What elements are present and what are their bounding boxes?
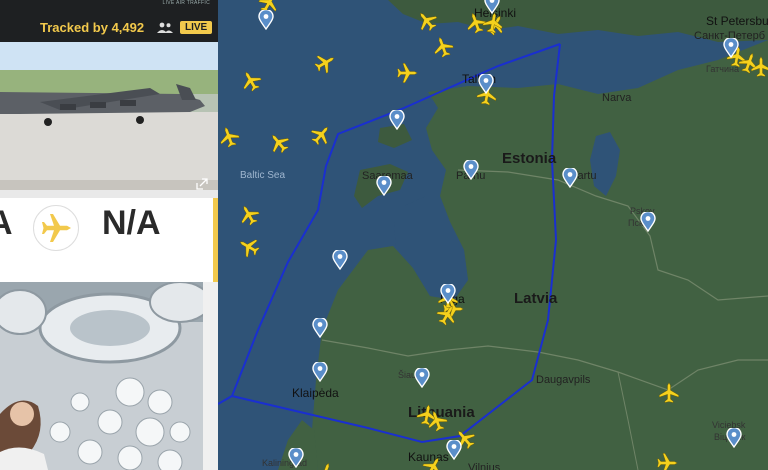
aircraft-marker-icon[interactable] [416,10,438,32]
aircraft-marker-icon[interactable] [314,52,336,74]
aircraft-marker-icon[interactable] [658,382,680,404]
location-pin-icon[interactable] [562,168,578,188]
route-panel: A N/A [0,198,218,282]
sea-label-baltic: Baltic Sea [240,170,286,181]
aircraft-marker-icon[interactable] [396,62,418,84]
city-label-narva: Narva [602,92,632,104]
location-pin-icon[interactable] [414,368,430,388]
aircraft-marker-icon[interactable] [238,204,260,226]
location-pin-icon[interactable] [376,176,392,196]
location-pin-icon[interactable] [332,250,348,270]
flight-map[interactable]: Helsinki St Petersbu Санкт-Петерб Гатчин… [218,0,768,470]
aircraft-marker-icon[interactable] [656,452,678,470]
location-pin-icon[interactable] [312,362,328,382]
location-pin-icon[interactable] [288,448,304,468]
accent-bar [213,198,218,282]
aircraft-marker-icon[interactable] [432,36,454,58]
location-pin-icon[interactable] [446,440,462,460]
aircraft-marker-icon[interactable] [750,56,768,78]
advert-image[interactable] [0,282,203,470]
aircraft-marker-icon[interactable] [310,124,332,146]
location-pin-icon[interactable] [726,428,742,448]
airplane-icon [42,214,71,242]
aircraft-marker-icon[interactable] [422,456,444,470]
aircraft-marker-icon[interactable] [238,236,260,258]
aircraft-marker-icon[interactable] [240,70,262,92]
city-label-vilnius: Vilnius [468,462,501,470]
aircraft-photo[interactable] [0,42,218,190]
tracked-by-count: 4,492 [111,20,145,35]
city-label-klaipeda: Klaipėda [292,386,339,400]
country-label-latvia: Latvia [514,290,558,307]
aircraft-marker-icon[interactable] [426,410,448,432]
location-pin-icon[interactable] [484,0,500,14]
flight-sidebar: LIVE AIR TRAFFIC Tracked by 4,492 LIVE A… [0,0,218,470]
live-badge: LIVE [180,21,213,34]
location-pin-icon[interactable] [723,38,739,58]
location-pin-icon[interactable] [258,10,274,30]
aircraft-marker-icon[interactable] [436,304,458,326]
location-pin-icon[interactable] [640,212,656,232]
sidebar-scrollbar[interactable] [203,282,218,470]
people-icon [157,22,173,33]
city-label-daugavpils: Daugavpils [536,374,591,386]
origin-code: A [0,204,13,242]
destination-code: N/A [102,204,161,242]
tracked-by-label: Tracked by [40,20,108,35]
aircraft-marker-icon[interactable] [482,12,504,34]
location-pin-icon[interactable] [389,110,405,130]
sidebar-header: LIVE AIR TRAFFIC Tracked by 4,492 LIVE [0,0,218,42]
aircraft-marker-icon[interactable] [268,132,290,154]
location-pin-icon[interactable] [312,318,328,338]
airplane-badge [33,205,79,251]
location-pin-icon[interactable] [478,74,494,94]
country-label-estonia: Estonia [502,150,557,167]
location-pin-icon[interactable] [440,284,456,304]
location-pin-icon[interactable] [463,160,479,180]
expand-icon[interactable] [196,178,208,190]
aircraft-marker-icon[interactable] [218,126,240,148]
brand-caption: LIVE AIR TRAFFIC [162,0,210,6]
tracked-by-counter: Tracked by 4,492 [40,20,144,35]
city-label-st-petersburg: St Petersbu [706,14,768,28]
aircraft-marker-icon[interactable] [314,462,336,470]
